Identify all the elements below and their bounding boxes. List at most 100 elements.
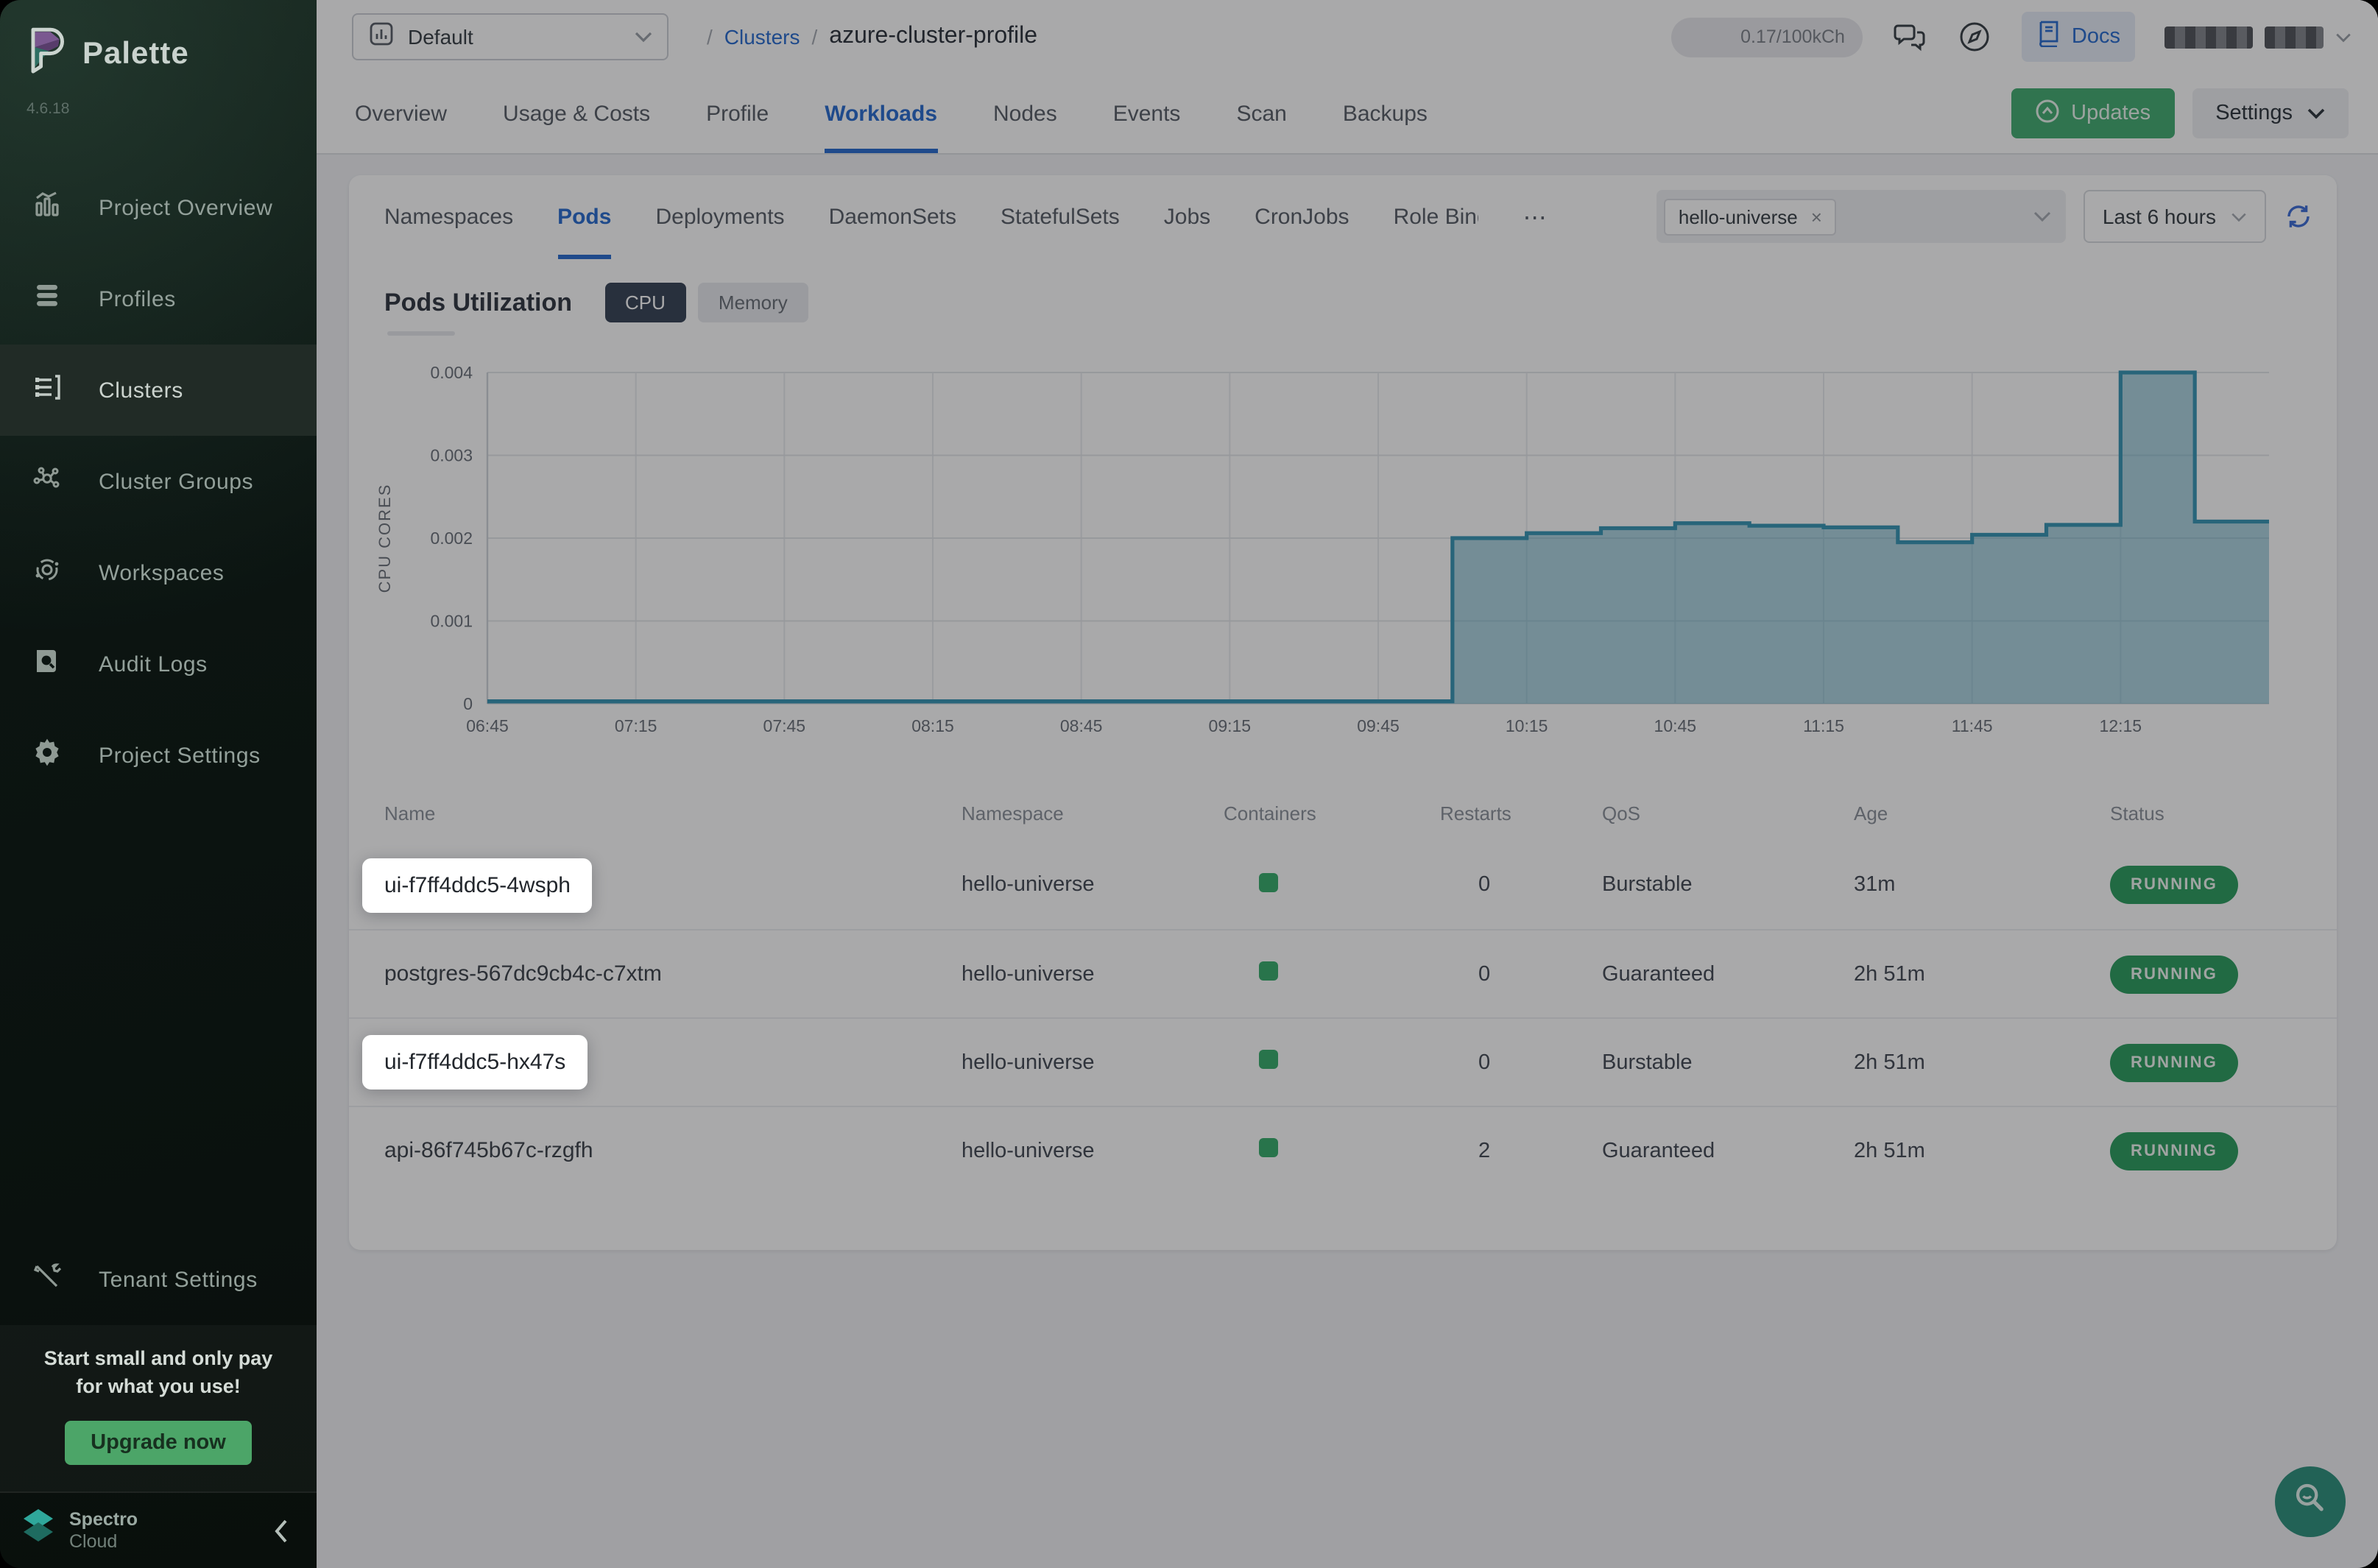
upgrade-now-button[interactable]: Upgrade now xyxy=(64,1421,253,1465)
subtab-pods[interactable]: Pods xyxy=(557,175,611,259)
metric-toggle: CPU Memory xyxy=(604,283,808,322)
pod-qos: Burstable xyxy=(1602,873,1854,897)
pods-table: ui-f7ff4ddc5-4wsph hello-universe 0 Burstab… xyxy=(349,841,2337,1194)
cluster-tabs: Overview Usage & Costs Profile Workloads… xyxy=(317,74,2378,155)
sidebar-item-label: Audit Logs xyxy=(99,651,208,677)
app-logo: Palette xyxy=(0,0,317,85)
tab-usage-costs[interactable]: Usage & Costs xyxy=(503,74,650,153)
app-version: 4.6.18 xyxy=(0,85,317,118)
pod-namespace: hello-universe xyxy=(962,962,1224,986)
audit-doc-icon xyxy=(31,644,63,684)
svg-text:09:45: 09:45 xyxy=(1357,716,1400,735)
pods-utilization-chart: 00.0010.0020.0030.00406:4507:1507:4508:1… xyxy=(370,343,2284,744)
pod-qos: Guaranteed xyxy=(1602,1139,1854,1162)
sidebar-item-profiles[interactable]: Profiles xyxy=(0,253,317,345)
sidebar-item-tenant-settings[interactable]: Tenant Settings xyxy=(0,1234,317,1325)
pod-name: ui-f7ff4ddc5-hx47s xyxy=(362,1035,588,1090)
tab-events[interactable]: Events xyxy=(1113,74,1181,153)
table-row[interactable]: ui-f7ff4ddc5-hx47shello-universe0Burstab… xyxy=(349,1017,2337,1106)
svg-text:06:45: 06:45 xyxy=(466,716,509,735)
user-name-redacted xyxy=(2265,26,2324,48)
column-header: Status xyxy=(2110,802,2301,824)
sidebar-item-label: Cluster Groups xyxy=(99,469,253,494)
table-row[interactable]: ui-f7ff4ddc5-4wsphhello-universe0Burstab… xyxy=(349,841,2337,929)
sidebar-item-workspaces[interactable]: Workspaces xyxy=(0,527,317,618)
tab-profile[interactable]: Profile xyxy=(706,74,769,153)
updates-button[interactable]: Updates xyxy=(2011,88,2174,138)
subtab-daemonsets[interactable]: DaemonSets xyxy=(829,175,956,259)
server-rack-icon xyxy=(31,370,63,410)
subtabs-overflow-icon[interactable]: ⋯ xyxy=(1523,175,1548,259)
pod-age: 31m xyxy=(1854,873,2110,897)
breadcrumb-clusters-link[interactable]: Clusters xyxy=(724,25,800,49)
column-header: QoS xyxy=(1602,802,1854,824)
collapse-sidebar-icon[interactable] xyxy=(272,1517,290,1544)
chevron-down-icon xyxy=(2231,211,2247,222)
column-header: Containers xyxy=(1224,802,1440,824)
namespace-filter-select[interactable]: hello-universe × xyxy=(1657,190,2066,243)
tab-backups[interactable]: Backups xyxy=(1343,74,1428,153)
time-range-select[interactable]: Last 6 hours xyxy=(2084,190,2266,243)
brand-name: Palette xyxy=(82,37,189,72)
subtab-deployments[interactable]: Deployments xyxy=(655,175,784,259)
sidebar-item-label: Project Overview xyxy=(99,195,272,220)
tools-icon xyxy=(31,1260,63,1299)
pod-name: api-86f745b67c-rzgfh xyxy=(384,1138,593,1163)
svg-text:CPU CORES: CPU CORES xyxy=(375,484,394,593)
container-status-square xyxy=(1259,961,1278,981)
network-icon xyxy=(31,462,63,501)
pod-name: ui-f7ff4ddc5-4wsph xyxy=(362,858,593,912)
container-status-square xyxy=(1259,872,1278,891)
subtab-jobs[interactable]: Jobs xyxy=(1164,175,1210,259)
chevron-down-icon xyxy=(2335,32,2351,42)
sidebar-item-project-settings[interactable]: Project Settings xyxy=(0,710,317,801)
tab-overview[interactable]: Overview xyxy=(355,74,447,153)
pod-restarts: 0 xyxy=(1440,1050,1602,1074)
subtab-statefulsets[interactable]: StatefulSets xyxy=(1001,175,1120,259)
project-selector[interactable]: Default xyxy=(352,13,668,60)
table-row[interactable]: api-86f745b67c-rzgfhhello-universe2Guara… xyxy=(349,1106,2337,1194)
memory-toggle-button[interactable]: Memory xyxy=(698,283,808,322)
cpu-toggle-button[interactable]: CPU xyxy=(604,283,686,322)
column-header: Age xyxy=(1854,802,2110,824)
remove-filter-icon[interactable]: × xyxy=(1811,205,1822,227)
sidebar-item-label: Clusters xyxy=(99,378,183,403)
promo-text-line2: for what you use! xyxy=(15,1374,302,1402)
explore-compass-icon[interactable] xyxy=(1957,19,1992,54)
column-header: Namespace xyxy=(962,802,1224,824)
sidebar: Palette 4.6.18 Project Overview Profiles… xyxy=(0,0,317,1568)
search-help-fab[interactable] xyxy=(2275,1466,2346,1537)
refresh-icon[interactable] xyxy=(2284,202,2313,231)
user-menu[interactable] xyxy=(2164,26,2351,48)
pod-restarts: 0 xyxy=(1440,962,1602,986)
time-range-label: Last 6 hours xyxy=(2103,205,2216,228)
container-status-square xyxy=(1259,1138,1278,1157)
sidebar-item-cluster-groups[interactable]: Cluster Groups xyxy=(0,436,317,527)
updates-label: Updates xyxy=(2071,102,2151,125)
search-smile-icon xyxy=(2291,1479,2329,1525)
usage-meter-badge: 0.17/100kCh xyxy=(1671,17,1863,57)
subtab-role-bindings[interactable]: Role Bind xyxy=(1394,175,1479,259)
sidebar-item-audit-logs[interactable]: Audit Logs xyxy=(0,618,317,710)
tab-nodes[interactable]: Nodes xyxy=(993,74,1057,153)
settings-button[interactable]: Settings xyxy=(2192,88,2349,138)
main-area: Default / Clusters / azure-cluster-profi… xyxy=(317,0,2378,1568)
tab-scan[interactable]: Scan xyxy=(1236,74,1286,153)
svg-text:10:15: 10:15 xyxy=(1506,716,1548,735)
breadcrumb-separator: / xyxy=(707,25,713,49)
breadcrumb-separator: / xyxy=(812,25,818,49)
tab-workloads[interactable]: Workloads xyxy=(825,74,937,153)
table-row[interactable]: postgres-567dc9cb4c-c7xtmhello-universe0… xyxy=(349,929,2337,1017)
sidebar-item-label: Profiles xyxy=(99,286,176,311)
user-name-redacted xyxy=(2164,26,2253,48)
sidebar-item-clusters[interactable]: Clusters xyxy=(0,345,317,436)
sidebar-item-project-overview[interactable]: Project Overview xyxy=(0,162,317,253)
feedback-chat-icon[interactable] xyxy=(1892,19,1927,54)
subtab-namespaces[interactable]: Namespaces xyxy=(384,175,513,259)
promo-text-line1: Start small and only pay xyxy=(15,1346,302,1374)
project-scope-icon xyxy=(368,20,395,54)
sidebar-item-label: Project Settings xyxy=(99,743,261,768)
subtab-cronjobs[interactable]: CronJobs xyxy=(1255,175,1349,259)
pod-restarts: 2 xyxy=(1440,1139,1602,1162)
docs-button[interactable]: Docs xyxy=(2022,12,2135,62)
